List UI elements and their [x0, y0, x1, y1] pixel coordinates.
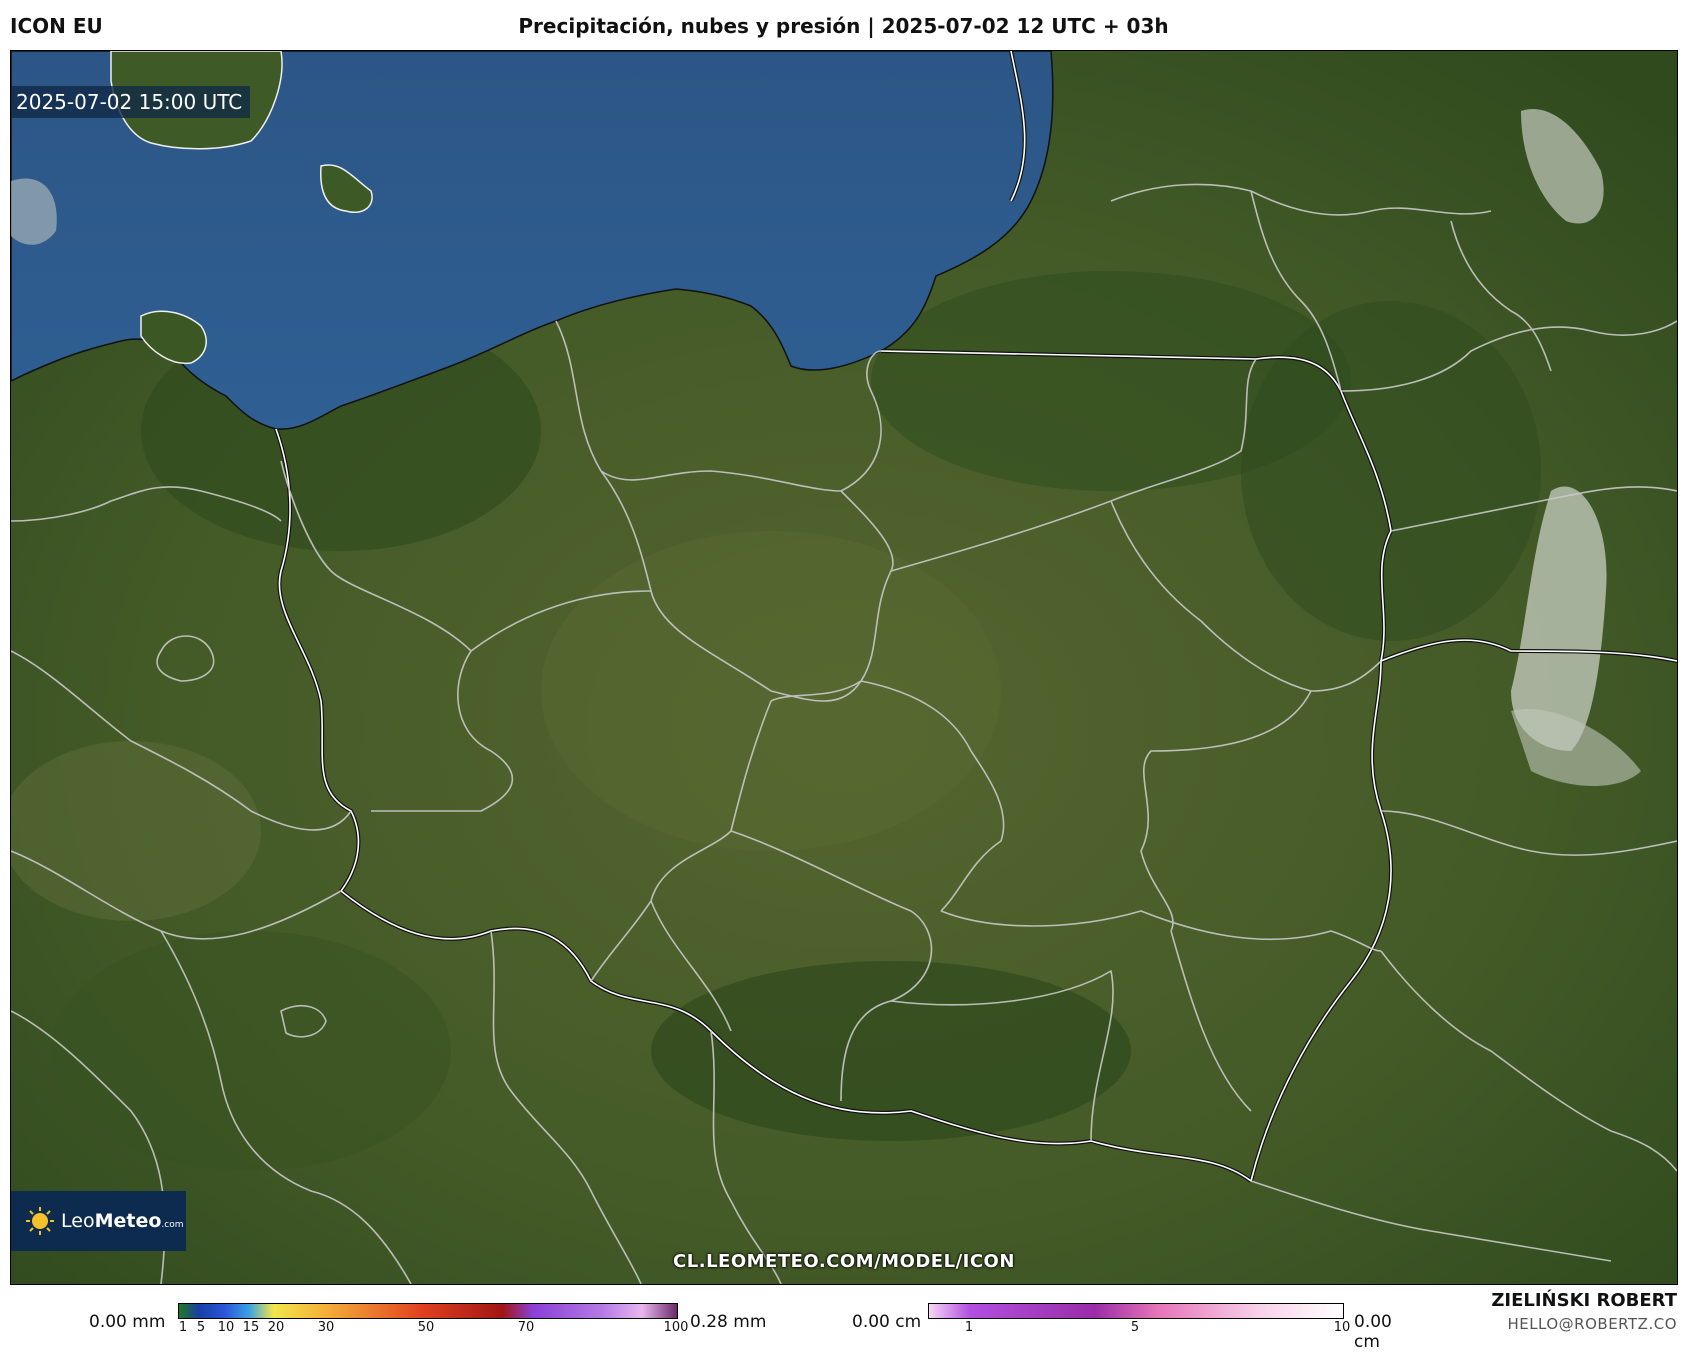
snow-tick: 5	[1130, 1320, 1140, 1335]
sun-icon	[26, 1207, 54, 1235]
precip-tick: 50	[417, 1320, 435, 1335]
snow-min-label: 0.00 cm	[852, 1312, 922, 1332]
precip-ticks: 1 5 10 15 20 30 50 70 100	[178, 1320, 689, 1338]
leometeo-logo[interactable]: LeoMeteo.com	[11, 1191, 186, 1251]
author-block: ZIELIŃSKI ROBERT HELLO@ROBERTZ.CO	[1491, 1290, 1677, 1333]
source-watermark: CL.LEOMETEO.COM/MODEL/ICON	[673, 1251, 1015, 1272]
snow-colorbar	[928, 1303, 1344, 1319]
precip-tick: 70	[517, 1320, 535, 1335]
snow-tick: 10	[1333, 1320, 1351, 1335]
precip-min-label: 0.00 mm	[89, 1312, 166, 1332]
valid-time-badge: 2025-07-02 15:00 UTC	[11, 86, 251, 118]
map-title: Precipitación, nubes y presión | 2025-07…	[518, 14, 1169, 38]
logo-text: LeoMeteo.com	[61, 1210, 184, 1232]
precip-legend: 0.00 mm 1 5 10 15 20 30 50 70 100 0.28 m…	[0, 1290, 820, 1340]
precip-tick: 10	[217, 1320, 235, 1335]
header: ICON EU Precipitación, nubes y presión |…	[0, 0, 1687, 50]
map-background	[11, 51, 1677, 1284]
precip-tick: 20	[267, 1320, 285, 1335]
snow-tick: 1	[964, 1320, 974, 1335]
forecast-map[interactable]: 2025-07-02 15:00 UTC LeoMeteo.com CL.LEO…	[10, 50, 1678, 1285]
snow-max-label: 0.00 cm	[1354, 1312, 1392, 1352]
author-name: ZIELIŃSKI ROBERT	[1491, 1290, 1677, 1311]
author-email[interactable]: HELLO@ROBERTZ.CO	[1491, 1315, 1677, 1333]
precip-tick: 5	[196, 1320, 206, 1335]
precip-tick: 15	[242, 1320, 260, 1335]
precip-colorbar	[178, 1303, 678, 1319]
snow-ticks: 1 5 10	[928, 1320, 1350, 1338]
precip-max-label: 0.28 mm	[690, 1312, 767, 1332]
precip-tick: 100	[663, 1320, 689, 1335]
precip-tick: 1	[178, 1320, 188, 1335]
precip-tick: 30	[317, 1320, 335, 1335]
snow-legend: 0.00 cm 1 5 10 0.00 cm	[840, 1290, 1400, 1352]
